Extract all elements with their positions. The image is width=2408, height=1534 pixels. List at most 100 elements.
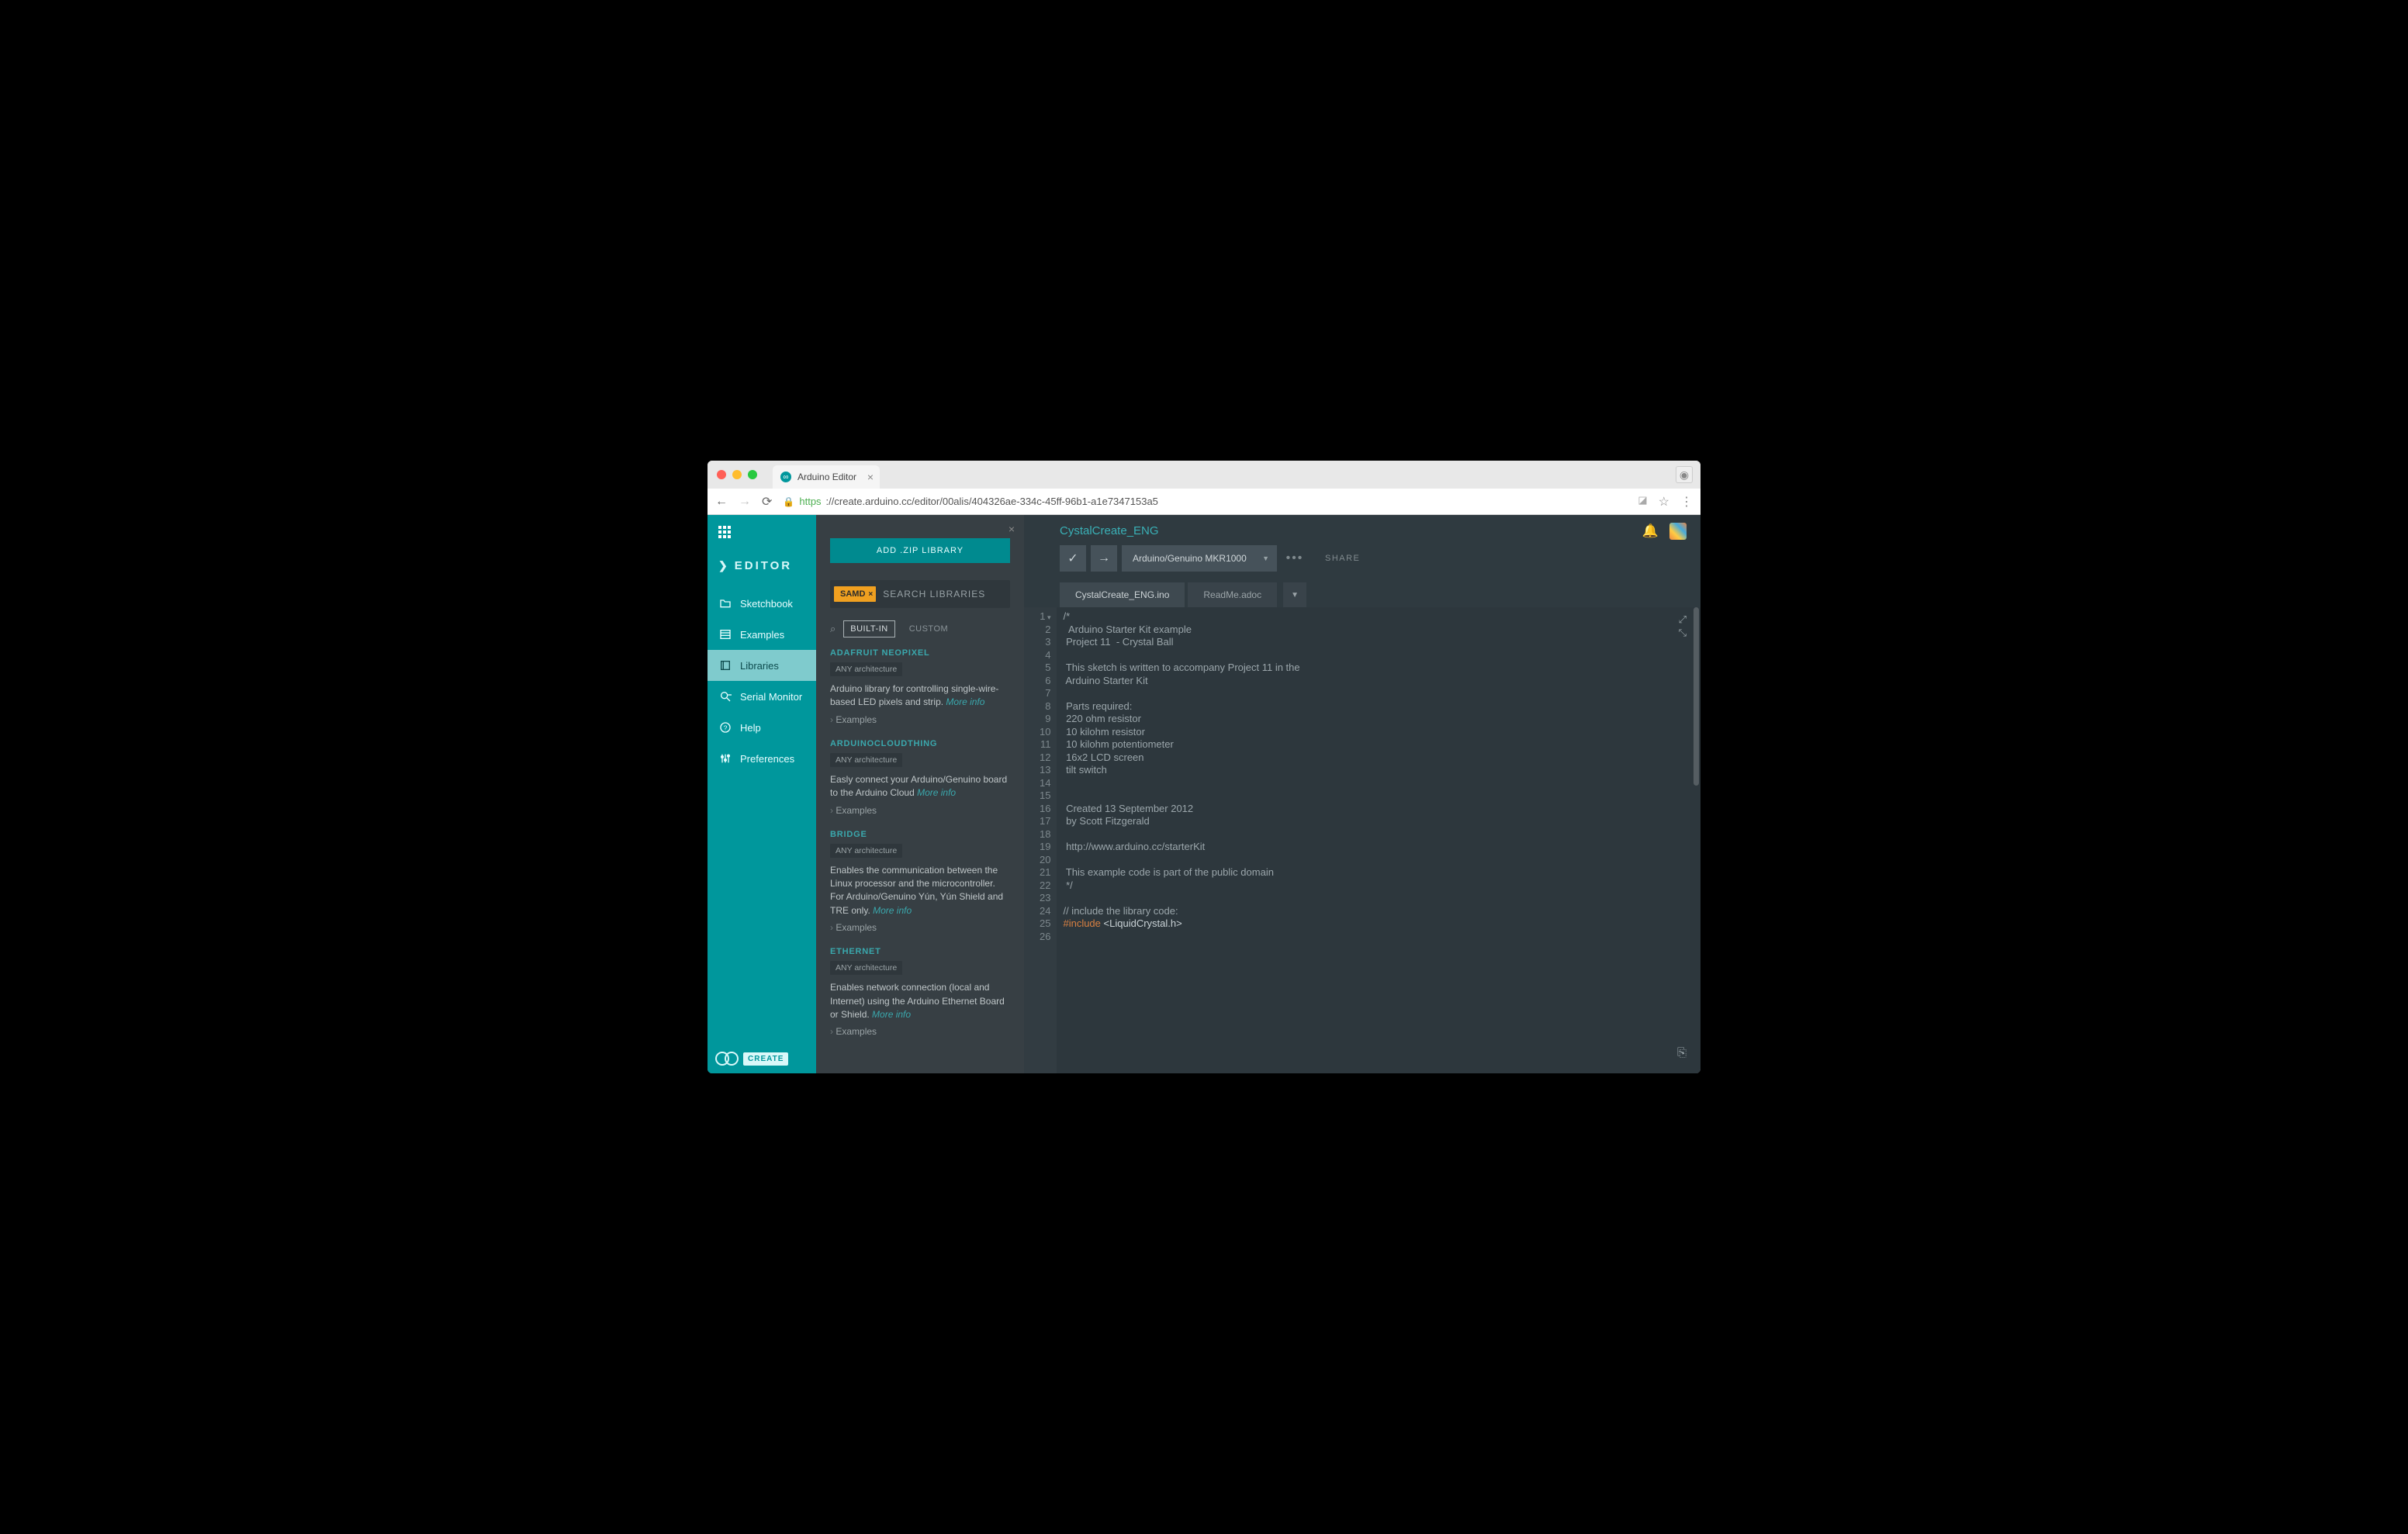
library-architecture-badge: ANY architecture bbox=[830, 753, 902, 767]
sidebar-item-sketchbook[interactable]: Sketchbook bbox=[708, 588, 816, 619]
sidebar-item-libraries[interactable]: Libraries bbox=[708, 650, 816, 681]
filter-custom-button[interactable]: CUSTOM bbox=[903, 621, 954, 637]
url-protocol: https bbox=[799, 496, 821, 507]
library-item: BRIDGEANY architectureEnables the commun… bbox=[830, 830, 1010, 934]
editor-brand-text: EDITOR bbox=[735, 559, 792, 572]
tab-dropdown-button[interactable]: ▼ bbox=[1283, 582, 1306, 607]
code-tab[interactable]: ReadMe.adoc bbox=[1188, 582, 1277, 607]
editor-body[interactable]: ⤢⤡ 1234567891011121314151617181920212223… bbox=[1024, 607, 1700, 1073]
library-item: ARDUINOCLOUDTHING ANY architecture Easly c… bbox=[830, 739, 1010, 816]
filter-chip-label: SAMD bbox=[840, 589, 865, 599]
editor-brand: ❯ EDITOR bbox=[708, 553, 816, 588]
board-select[interactable]: Arduino/Genuino MKR1000 bbox=[1122, 545, 1277, 572]
window-minimize-button[interactable] bbox=[732, 470, 742, 479]
sidebar-item-label: Help bbox=[740, 722, 761, 734]
create-badge-text: CREATE bbox=[743, 1052, 788, 1066]
more-info-link[interactable]: More info bbox=[917, 787, 956, 798]
more-options-button[interactable]: ••• bbox=[1282, 545, 1308, 572]
nav-reload-icon[interactable]: ⟳ bbox=[762, 494, 772, 510]
chevron-right-icon: ❯ bbox=[718, 559, 730, 572]
window-zoom-button[interactable] bbox=[748, 470, 757, 479]
nav-back-icon[interactable]: ← bbox=[715, 495, 728, 509]
sidebar-item-examples[interactable]: Examples bbox=[708, 619, 816, 650]
filter-builtin-button[interactable]: BUILT-IN bbox=[843, 620, 894, 637]
browser-profile-icon[interactable]: ◉ bbox=[1676, 466, 1693, 483]
library-item: ETHERNETANY architectureEnables network … bbox=[830, 947, 1010, 1037]
svg-text:?: ? bbox=[724, 724, 728, 731]
more-info-link[interactable]: More info bbox=[872, 1009, 911, 1020]
library-name[interactable]: ADAFRUIT NEOPIXEL bbox=[830, 648, 1010, 658]
library-examples-link[interactable]: Examples bbox=[830, 1026, 1010, 1037]
top-right-controls: 🔔 bbox=[1642, 523, 1687, 540]
app: ❯ EDITOR SketchbookExamplesLibrariesSeri… bbox=[708, 515, 1700, 1073]
list-icon bbox=[718, 628, 732, 641]
create-badge[interactable]: CREATE bbox=[715, 1052, 788, 1066]
code-tab[interactable]: CystalCreate_ENG.ino bbox=[1060, 582, 1185, 607]
sidebar-item-serial-monitor[interactable]: Serial Monitor bbox=[708, 681, 816, 712]
library-search[interactable]: SAMD × SEARCH LIBRARIES bbox=[830, 580, 1010, 608]
more-info-link[interactable]: More info bbox=[946, 696, 984, 707]
browser-tab[interactable]: ∞ Arduino Editor × bbox=[773, 465, 880, 489]
library-examples-link[interactable]: Examples bbox=[830, 714, 1010, 725]
filter-chip-remove-icon[interactable]: × bbox=[868, 590, 873, 599]
nav-items: Sketchbook ExamplesLibraries Serial Monito… bbox=[708, 588, 816, 774]
library-name[interactable]: ETHERNET bbox=[830, 947, 1010, 956]
library-examples-link[interactable]: Examples bbox=[830, 805, 1010, 816]
share-button[interactable]: SHARE bbox=[1313, 545, 1372, 572]
library-name[interactable]: BRIDGE bbox=[830, 830, 1010, 839]
code-tabs: CystalCreate_ENG.inoReadMe.adoc▼ bbox=[1024, 582, 1700, 607]
bookmark-star-icon[interactable]: ☆ bbox=[1659, 494, 1669, 510]
library-architecture-badge: ANY architecture bbox=[830, 844, 902, 858]
tab-title: Arduino Editor bbox=[797, 472, 856, 482]
clipboard-icon[interactable]: ⎘ bbox=[1677, 1046, 1687, 1059]
search-icon[interactable]: ⌕ bbox=[830, 623, 836, 635]
add-zip-library-button[interactable]: ADD .ZIP LIBRARY bbox=[830, 538, 1010, 563]
infinity-icon bbox=[715, 1052, 739, 1066]
browser-menu-icon[interactable]: ⋮ bbox=[1680, 494, 1693, 510]
code-content[interactable]: /* Arduino Starter Kit example Project 1… bbox=[1057, 607, 1700, 1073]
more-info-link[interactable]: More info bbox=[873, 905, 912, 916]
editor-scrollbar[interactable] bbox=[1694, 607, 1699, 786]
nav-forward-icon: → bbox=[739, 495, 751, 509]
window-close-button[interactable] bbox=[717, 470, 726, 479]
user-avatar[interactable] bbox=[1669, 523, 1687, 540]
upload-button[interactable]: → bbox=[1091, 545, 1117, 572]
library-name[interactable]: ARDUINOCLOUDTHING bbox=[830, 739, 1010, 748]
sidebar: ❯ EDITOR Sketchbook ExamplesLibraries Seri… bbox=[708, 515, 816, 1073]
filter-chip-samd[interactable]: SAMD × bbox=[834, 586, 876, 602]
sketch-header: CystalCreate_ENG ✓ → Arduino/Genuino MKR… bbox=[1024, 515, 1700, 582]
library-examples-link[interactable]: Examples bbox=[830, 922, 1010, 933]
sidebar-item-label: Preferences bbox=[740, 753, 794, 765]
sidebar-item-preferences[interactable]: Preferences bbox=[708, 743, 816, 774]
lock-icon: 🔒 bbox=[783, 496, 794, 507]
sidebar-item-help[interactable]: ? Help bbox=[708, 712, 816, 743]
library-item: ADAFRUIT NEOPIXELANY architectureArduino… bbox=[830, 648, 1010, 725]
apps-grid-icon[interactable] bbox=[708, 515, 816, 553]
library-list: ADAFRUIT NEOPIXELANY architectureArduino… bbox=[816, 648, 1024, 1073]
browser-window: ∞ Arduino Editor × ◉ ← → ⟳ 🔒 https://cre… bbox=[708, 461, 1700, 1073]
tab-close-icon[interactable]: × bbox=[867, 471, 874, 483]
search-placeholder: SEARCH LIBRARIES bbox=[883, 589, 985, 599]
tag-icon[interactable]: ◪ bbox=[1638, 494, 1647, 510]
titlebar: ∞ Arduino Editor × ◉ bbox=[708, 461, 1700, 489]
fullscreen-icon[interactable]: ⤢⤡ bbox=[1679, 613, 1688, 639]
sliders-icon bbox=[718, 752, 732, 765]
notifications-bell-icon[interactable]: 🔔 bbox=[1642, 523, 1659, 539]
library-architecture-badge: ANY architecture bbox=[830, 961, 902, 975]
board-select-label: Arduino/Genuino MKR1000 bbox=[1133, 553, 1247, 564]
library-architecture-badge: ANY architecture bbox=[830, 662, 902, 676]
sketch-title: CystalCreate_ENG bbox=[1060, 524, 1677, 537]
tab-favicon: ∞ bbox=[780, 472, 791, 482]
url-field[interactable]: 🔒 https://create.arduino.cc/editor/00ali… bbox=[783, 496, 1627, 507]
verify-button[interactable]: ✓ bbox=[1060, 545, 1086, 572]
book-icon bbox=[718, 659, 732, 672]
libraries-panel: × ADD .ZIP LIBRARY SAMD × SEARCH LIBRARI… bbox=[816, 515, 1024, 1073]
sidebar-item-label: Serial Monitor bbox=[740, 691, 802, 703]
line-gutter: 1234567891011121314151617181920212223242… bbox=[1024, 607, 1057, 1073]
traffic-lights bbox=[717, 470, 757, 479]
library-description: Easly connect your Arduino/Genuino board… bbox=[830, 773, 1010, 800]
sidebar-item-label: Sketchbook bbox=[740, 598, 793, 610]
urlbar: ← → ⟳ 🔒 https://create.arduino.cc/editor… bbox=[708, 489, 1700, 515]
folder-icon bbox=[718, 597, 732, 610]
panel-close-icon[interactable]: × bbox=[1009, 523, 1015, 535]
